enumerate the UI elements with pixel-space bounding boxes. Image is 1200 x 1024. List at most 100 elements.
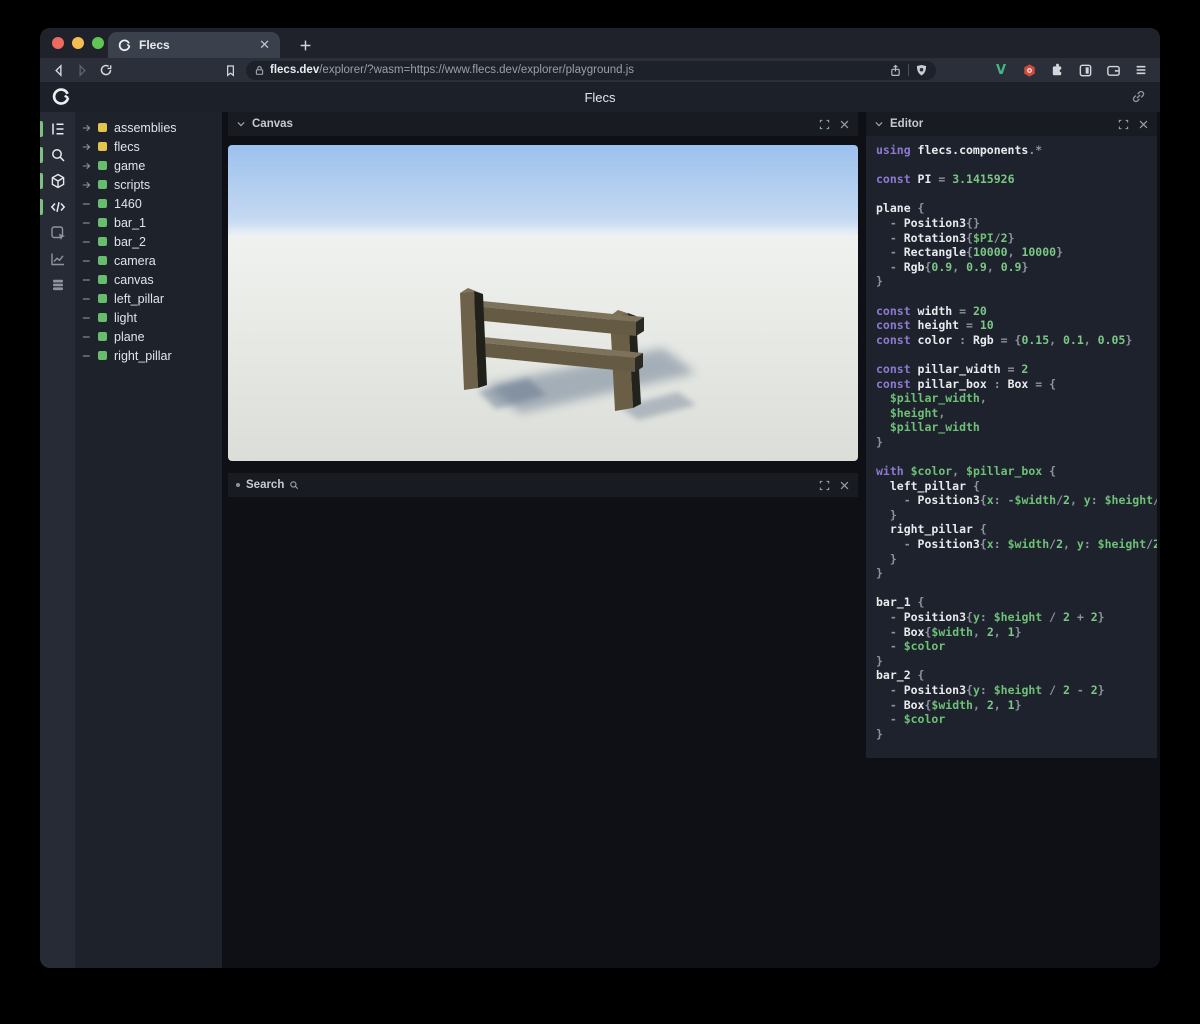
vue-devtools-extension-icon[interactable]: V bbox=[992, 61, 1010, 79]
url-text: flecs.dev/explorer/?wasm=https://www.fle… bbox=[270, 64, 635, 76]
tree-item-plane[interactable]: plane bbox=[75, 327, 222, 346]
expand-arrow-icon[interactable] bbox=[82, 161, 98, 171]
tree-item-1460[interactable]: 1460 bbox=[75, 194, 222, 213]
leaf-dash-icon bbox=[82, 199, 98, 209]
wallet-icon[interactable] bbox=[1104, 61, 1122, 79]
entity-square-icon bbox=[98, 275, 107, 284]
expand-arrow-icon[interactable] bbox=[82, 123, 98, 133]
entity-tree-panel: assemblies flecs game scripts 1460 bar_1 bar_2… bbox=[75, 112, 222, 968]
back-button[interactable] bbox=[46, 60, 70, 80]
red-extension-icon[interactable] bbox=[1020, 61, 1038, 79]
code-line: } bbox=[876, 551, 897, 566]
close-panel-icon[interactable] bbox=[1138, 119, 1149, 130]
code-line: const PI = 3.1415926 bbox=[876, 172, 1015, 187]
tree-item-bar_2[interactable]: bar_2 bbox=[75, 232, 222, 251]
code-line: - Position3{x: -$width/2, y: $height/2} bbox=[876, 493, 1157, 508]
chevron-down-icon[interactable] bbox=[236, 119, 246, 129]
tree-item-game[interactable]: game bbox=[75, 156, 222, 175]
rail-entity-tree-icon[interactable] bbox=[40, 118, 75, 140]
extensions-puzzle-icon[interactable] bbox=[1048, 61, 1066, 79]
tree-item-label: 1460 bbox=[114, 196, 142, 211]
fullscreen-icon[interactable] bbox=[819, 119, 830, 130]
menu-icon[interactable] bbox=[1132, 61, 1150, 79]
code-editor[interactable]: using flecs.components.* const PI = 3.14… bbox=[866, 136, 1157, 758]
code-line: - Position3{} bbox=[876, 215, 980, 230]
minimize-window-button[interactable] bbox=[72, 37, 84, 49]
code-line: const pillar_width = 2 bbox=[876, 361, 1029, 376]
search-panel-title: Search bbox=[246, 479, 285, 491]
forward-button[interactable] bbox=[70, 60, 94, 80]
code-line: } bbox=[876, 434, 883, 449]
tree-item-label: camera bbox=[114, 253, 156, 268]
code-line: } bbox=[876, 507, 897, 522]
leaf-dash-icon bbox=[82, 218, 98, 228]
code-line: } bbox=[876, 726, 883, 741]
rail-canvas-icon[interactable] bbox=[40, 170, 75, 192]
reload-button[interactable] bbox=[94, 60, 118, 80]
scene-sky bbox=[228, 145, 858, 241]
share-icon[interactable] bbox=[889, 64, 902, 77]
maximize-window-button[interactable] bbox=[92, 37, 104, 49]
rail-statistics-icon[interactable] bbox=[40, 248, 75, 270]
tree-item-left_pillar[interactable]: left_pillar bbox=[75, 289, 222, 308]
search-panel-header[interactable]: Search bbox=[228, 473, 858, 497]
browser-window: Flecs ✕ flecs.dev/explorer/?wasm=https:/… bbox=[40, 28, 1160, 968]
tree-item-flecs[interactable]: flecs bbox=[75, 137, 222, 156]
tree-item-assemblies[interactable]: assemblies bbox=[75, 118, 222, 137]
rail-search-icon[interactable] bbox=[40, 144, 75, 166]
panel-collapsed-dot-icon[interactable] bbox=[236, 483, 240, 487]
tree-item-label: right_pillar bbox=[114, 348, 172, 363]
bookmark-icon[interactable] bbox=[218, 60, 242, 80]
tree-item-bar_1[interactable]: bar_1 bbox=[75, 213, 222, 232]
code-line: const height = 10 bbox=[876, 318, 994, 333]
entity-square-icon bbox=[98, 313, 107, 322]
tree-item-canvas[interactable]: canvas bbox=[75, 270, 222, 289]
code-line: left_pillar { bbox=[876, 478, 980, 493]
fullscreen-icon[interactable] bbox=[819, 480, 830, 491]
tree-item-scripts[interactable]: scripts bbox=[75, 175, 222, 194]
code-line: $pillar_width, bbox=[876, 391, 987, 406]
leaf-dash-icon bbox=[82, 351, 98, 361]
expand-arrow-icon[interactable] bbox=[82, 142, 98, 152]
fullscreen-icon[interactable] bbox=[1118, 119, 1129, 130]
code-line: - Rectangle{10000, 10000} bbox=[876, 245, 1063, 260]
entity-square-icon bbox=[98, 180, 107, 189]
tree-item-label: game bbox=[114, 158, 146, 173]
expand-arrow-icon[interactable] bbox=[82, 180, 98, 190]
rail-inspector-icon[interactable] bbox=[40, 222, 75, 244]
rail-commands-icon[interactable] bbox=[40, 274, 75, 296]
code-line: - Rgb{0.9, 0.9, 0.9} bbox=[876, 259, 1029, 274]
rail-code-editor-icon[interactable] bbox=[40, 196, 75, 218]
leaf-dash-icon bbox=[82, 294, 98, 304]
close-panel-icon[interactable] bbox=[839, 480, 850, 491]
tree-item-label: assemblies bbox=[114, 120, 177, 135]
share-link-icon[interactable] bbox=[1131, 89, 1146, 104]
canvas-panel-header[interactable]: Canvas bbox=[228, 112, 858, 136]
tab-close-icon[interactable]: ✕ bbox=[259, 37, 270, 53]
browser-tab[interactable]: Flecs ✕ bbox=[108, 32, 280, 58]
tree-item-label: scripts bbox=[114, 177, 151, 192]
browser-toolbar: flecs.dev/explorer/?wasm=https://www.fle… bbox=[40, 58, 1160, 82]
entity-square-icon bbox=[98, 294, 107, 303]
leaf-dash-icon bbox=[82, 275, 98, 285]
close-window-button[interactable] bbox=[52, 37, 64, 49]
close-panel-icon[interactable] bbox=[839, 119, 850, 130]
url-bar[interactable]: flecs.dev/explorer/?wasm=https://www.fle… bbox=[246, 60, 936, 80]
tree-item-light[interactable]: light bbox=[75, 308, 222, 327]
code-line: const pillar_box : Box = { bbox=[876, 376, 1057, 391]
tree-item-camera[interactable]: camera bbox=[75, 251, 222, 270]
code-line: $pillar_width bbox=[876, 420, 980, 435]
editor-panel-title: Editor bbox=[890, 118, 924, 130]
new-tab-button[interactable] bbox=[292, 32, 318, 58]
sidebar-toggle-icon[interactable] bbox=[1076, 61, 1094, 79]
code-line: } bbox=[876, 566, 883, 581]
tree-item-right_pillar[interactable]: right_pillar bbox=[75, 346, 222, 365]
editor-panel-header[interactable]: Editor bbox=[866, 112, 1157, 136]
tab-strip: Flecs ✕ bbox=[40, 28, 1160, 58]
chevron-down-icon[interactable] bbox=[874, 119, 884, 129]
entity-square-icon bbox=[98, 161, 107, 170]
brave-shield-icon[interactable] bbox=[915, 64, 928, 77]
canvas-3d-viewport[interactable] bbox=[228, 145, 858, 461]
